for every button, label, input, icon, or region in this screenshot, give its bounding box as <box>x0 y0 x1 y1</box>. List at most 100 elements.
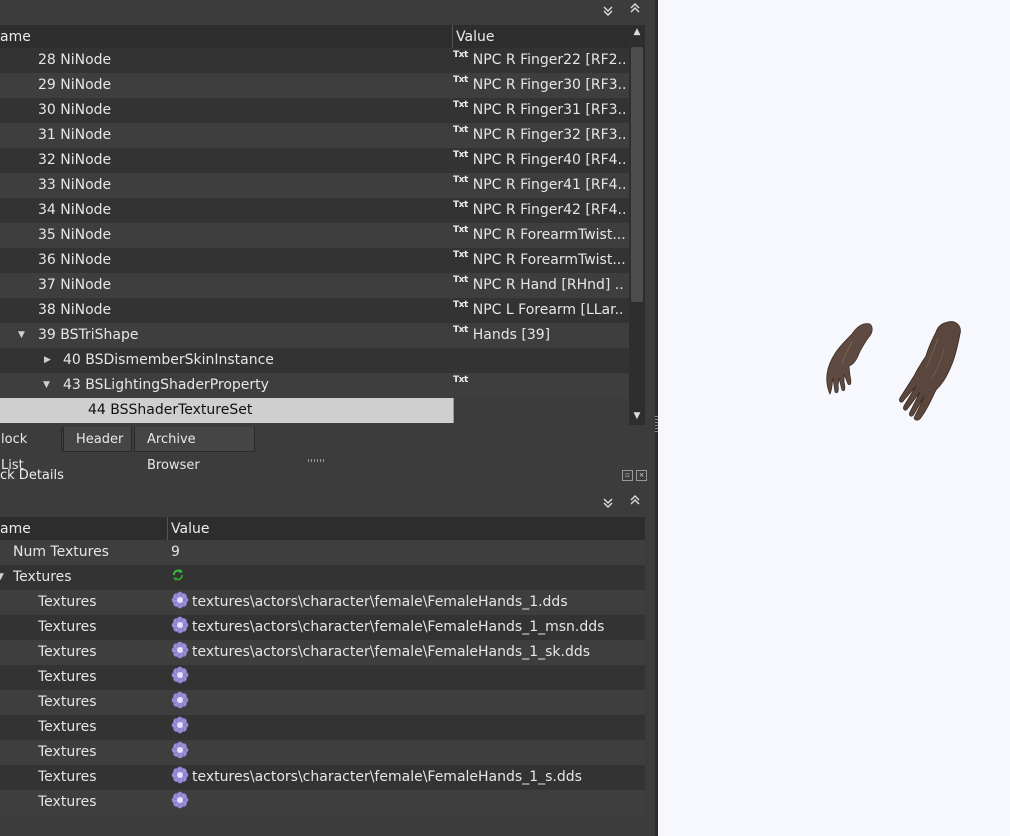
scroll-down-arrow-icon[interactable]: ▼ <box>629 409 645 423</box>
block-value: Txt NPC R Finger22 [RF2... <box>453 48 625 73</box>
detail-row[interactable]: ▼ Textures <box>0 565 645 590</box>
detail-row[interactable]: Textures textures\actors\character\female… <box>0 765 645 790</box>
tab-header[interactable]: Header <box>63 427 132 452</box>
texture-flower-icon <box>171 666 189 684</box>
block-list-row[interactable]: 36 NiNode Txt NPC R ForearmTwist... <box>0 248 629 273</box>
block-name: 33 NiNode <box>38 177 112 193</box>
block-list-row[interactable]: 37 NiNode Txt NPC R Hand [RHnd] ... <box>0 273 629 298</box>
detail-value[interactable]: textures\actors\character\female\FemaleH… <box>171 765 641 790</box>
block-list-row[interactable]: 32 NiNode Txt NPC R Finger40 [RF4... <box>0 148 629 173</box>
scrollbar-thumb[interactable] <box>631 47 643 302</box>
detail-value[interactable]: textures\actors\character\female\FemaleH… <box>171 640 641 665</box>
column-separator[interactable] <box>452 25 453 48</box>
detail-value[interactable] <box>171 715 641 740</box>
block-name: 30 NiNode <box>38 102 112 118</box>
block-name: 31 NiNode <box>38 127 112 143</box>
txt-string-icon: Txt <box>453 175 468 185</box>
block-value: Txt NPC R Finger32 [RF3... <box>453 123 625 148</box>
texture-flower-icon <box>171 741 189 759</box>
detail-value[interactable]: textures\actors\character\female\FemaleH… <box>171 590 641 615</box>
dock-resize-handle[interactable] <box>308 459 326 462</box>
block-list-row[interactable]: ▼ 43 BSLightingShaderProperty Txt <box>0 373 629 398</box>
block-value-text: NPC R Hand [RHnd] ... <box>472 277 625 293</box>
float-window-icon[interactable]: ▫ <box>622 470 633 481</box>
block-value: Txt <box>453 373 625 398</box>
detail-row[interactable]: Textures textures\actors\character\female… <box>0 640 645 665</box>
double-chevron-up-icon[interactable] <box>627 494 643 510</box>
block-list-scrollbar[interactable]: ▲ ▼ <box>629 25 645 425</box>
detail-row[interactable]: Textures <box>0 740 645 765</box>
double-chevron-down-icon[interactable] <box>600 5 616 21</box>
block-name: 35 NiNode <box>38 227 112 243</box>
close-window-icon[interactable]: × <box>636 470 647 481</box>
txt-string-icon: Txt <box>453 50 468 60</box>
block-value-text: NPC R ForearmTwist... <box>472 252 625 268</box>
column-separator[interactable] <box>167 517 168 540</box>
detail-row[interactable]: Num Textures 9 <box>0 540 645 565</box>
double-chevron-up-icon[interactable] <box>627 2 643 18</box>
detail-value[interactable] <box>171 690 641 715</box>
block-list-row[interactable]: ▼ 39 BSTriShape Txt Hands [39] <box>0 323 629 348</box>
column-name-header[interactable]: ame <box>0 517 31 540</box>
block-list-row[interactable]: 33 NiNode Txt NPC R Finger41 [RF4... <box>0 173 629 198</box>
txt-string-icon: Txt <box>453 75 468 85</box>
expand-arrow-open-icon[interactable]: ▼ <box>0 565 4 590</box>
block-list-row[interactable]: 30 NiNode Txt NPC R Finger31 [RF3... <box>0 98 629 123</box>
detail-name: Textures <box>38 794 97 810</box>
block-name: 44 BSShaderTextureSet <box>88 402 253 418</box>
detail-row[interactable]: Textures <box>0 715 645 740</box>
double-chevron-down-icon[interactable] <box>600 497 616 513</box>
block-value-text: NPC R Finger31 [RF3... <box>472 102 625 118</box>
txt-string-icon: Txt <box>453 275 468 285</box>
detail-name: Textures <box>38 744 97 760</box>
detail-row[interactable]: Textures <box>0 665 645 690</box>
detail-value-text: 9 <box>171 544 180 560</box>
column-name-header[interactable]: ame <box>0 25 31 48</box>
expand-arrow-open-icon[interactable]: ▼ <box>43 373 50 398</box>
detail-value[interactable] <box>171 790 641 815</box>
scroll-up-arrow-icon[interactable]: ▲ <box>629 25 645 39</box>
block-value: Txt NPC R Finger31 [RF3... <box>453 98 625 123</box>
detail-row[interactable]: Textures <box>0 690 645 715</box>
recycle-icon[interactable] <box>171 568 185 582</box>
detail-value[interactable] <box>171 665 641 690</box>
block-list-tree[interactable]: ame Value 28 NiNode Txt NPC R Finger22 [RF… <box>0 25 629 425</box>
block-list-row[interactable]: 38 NiNode Txt NPC L Forearm [LLar... <box>0 298 629 323</box>
block-list-row[interactable]: 29 NiNode Txt NPC R Finger30 [RF3... <box>0 73 629 98</box>
render-viewport[interactable] <box>658 0 1010 836</box>
texture-flower-icon <box>171 591 189 609</box>
block-list-row[interactable]: ▶ 40 BSDismemberSkinInstance <box>0 348 629 373</box>
txt-string-icon: Txt <box>453 250 468 260</box>
block-details-title: ck Details <box>0 468 64 483</box>
block-value: Txt Hands [39] <box>453 323 625 348</box>
detail-row[interactable]: Textures textures\actors\character\female… <box>0 590 645 615</box>
detail-value[interactable]: textures\actors\character\female\FemaleH… <box>171 615 641 640</box>
block-details-tree[interactable]: ame Value Num Textures 9 ▼ Textures Textures… <box>0 517 645 817</box>
detail-value[interactable]: 9 <box>171 540 641 565</box>
block-value: Txt NPC R Finger30 [RF3... <box>453 73 625 98</box>
expand-arrow-open-icon[interactable]: ▼ <box>18 323 25 348</box>
tab-archive-browser[interactable]: Archive Browser <box>134 427 255 473</box>
detail-name: Textures <box>38 719 97 735</box>
column-value-header[interactable]: Value <box>171 517 209 540</box>
block-value-text: NPC R Finger40 [RF4... <box>472 152 625 168</box>
txt-string-icon: Txt <box>453 325 468 335</box>
expand-arrow-closed-icon[interactable]: ▶ <box>44 348 51 373</box>
texture-flower-icon <box>171 641 189 659</box>
block-list-row[interactable]: 35 NiNode Txt NPC R ForearmTwist... <box>0 223 629 248</box>
block-list-row[interactable]: 28 NiNode Txt NPC R Finger22 [RF2... <box>0 48 629 73</box>
tab-block-list[interactable]: lock List <box>0 427 62 473</box>
block-value-text: NPC L Forearm [LLar... <box>472 302 625 318</box>
detail-value[interactable] <box>171 565 641 590</box>
column-value-header[interactable]: Value <box>456 25 494 48</box>
block-list-row[interactable]: 44 BSShaderTextureSet <box>0 398 454 423</box>
block-value-text: NPC R Finger32 [RF3... <box>472 127 625 143</box>
detail-row[interactable]: Textures textures\actors\character\female… <box>0 615 645 640</box>
detail-value[interactable] <box>171 740 641 765</box>
detail-row[interactable]: Textures <box>0 790 645 815</box>
block-list-row[interactable]: 34 NiNode Txt NPC R Finger42 [RF4... <box>0 198 629 223</box>
block-list-row[interactable]: 31 NiNode Txt NPC R Finger32 [RF3... <box>0 123 629 148</box>
detail-value-text: textures\actors\character\female\FemaleH… <box>192 644 591 660</box>
block-name: 29 NiNode <box>38 77 112 93</box>
block-value-text: NPC R Finger42 [RF4... <box>472 202 625 218</box>
